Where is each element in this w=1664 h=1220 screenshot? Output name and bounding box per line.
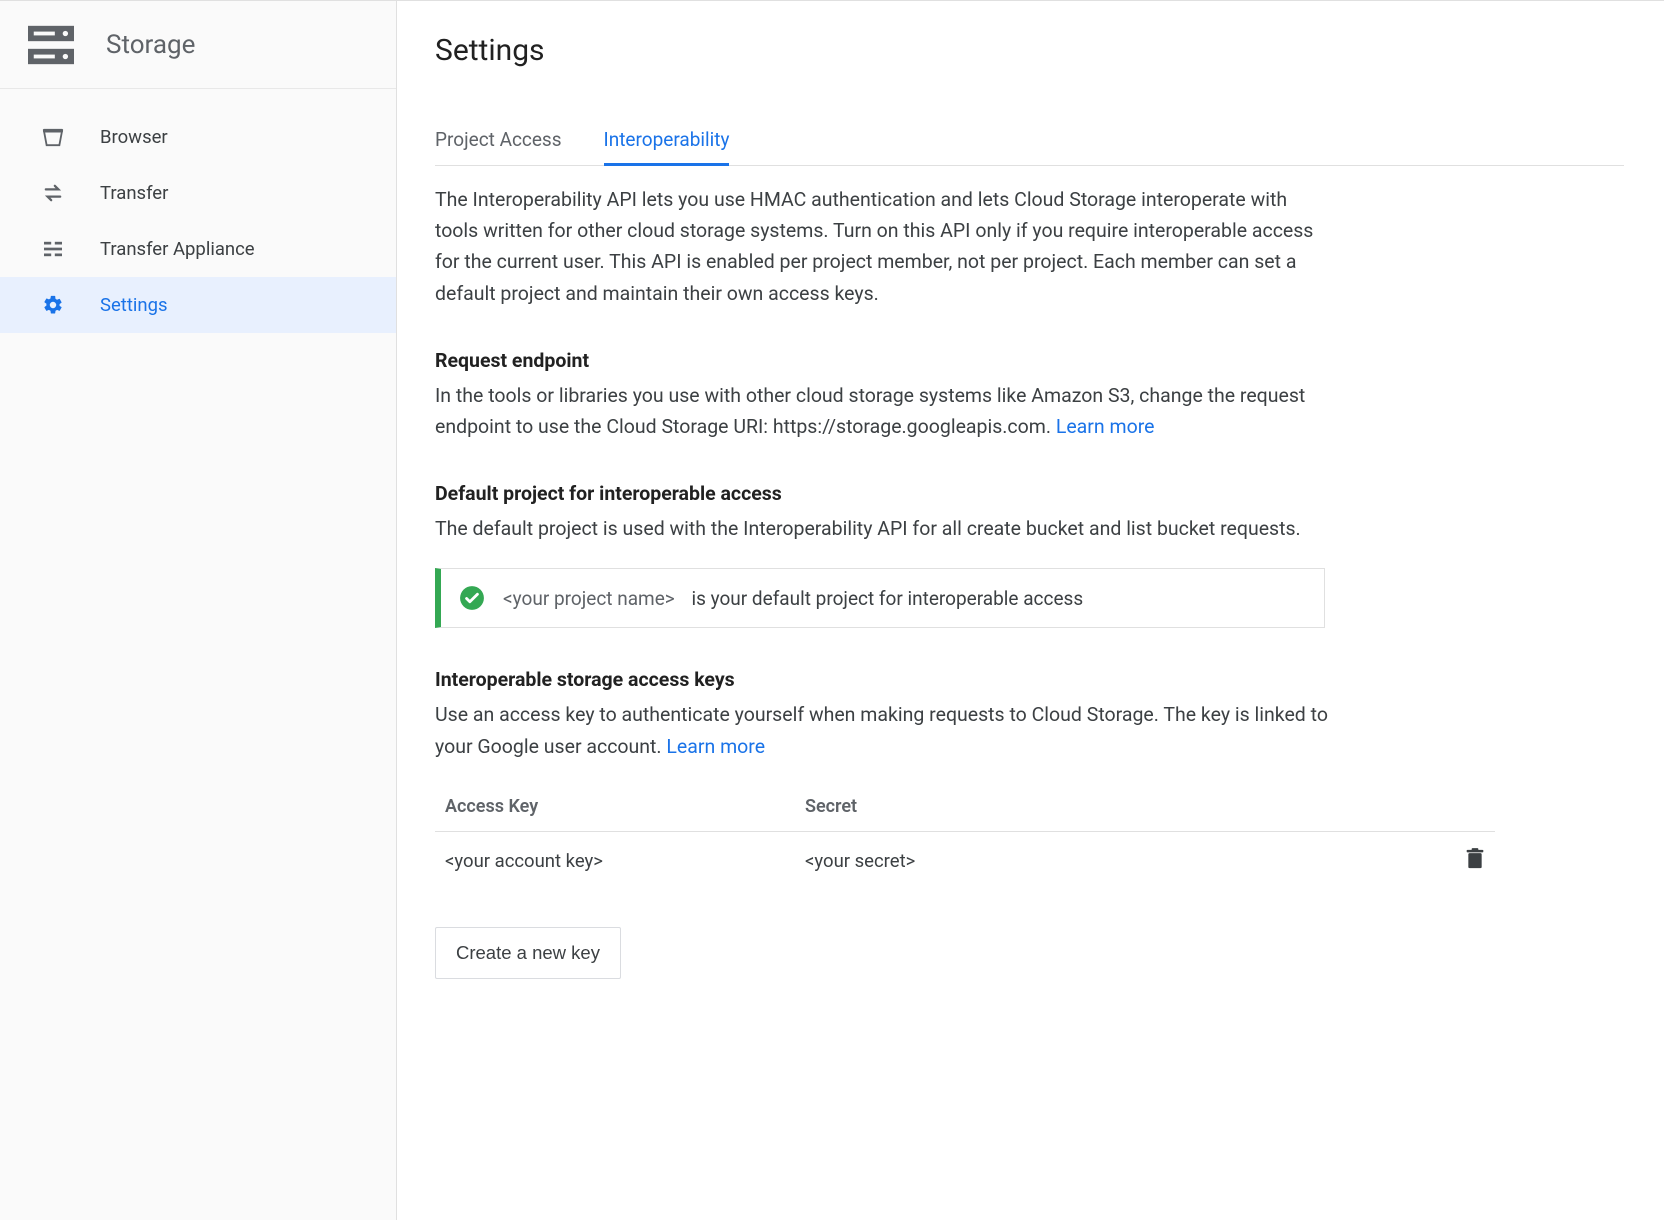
sidebar-item-label: Transfer: [100, 182, 168, 204]
sidebar-item-label: Settings: [100, 294, 168, 316]
tab-interoperability[interactable]: Interoperability: [604, 118, 730, 166]
sidebar-item-transfer[interactable]: Transfer: [0, 165, 396, 221]
sidebar-item-transfer-appliance[interactable]: Transfer Appliance: [0, 221, 396, 277]
main-content: Settings Project Access Interoperability…: [397, 1, 1664, 1220]
sidebar-item-settings[interactable]: Settings: [0, 277, 396, 333]
section-title: Request endpoint: [435, 349, 1624, 372]
notice-project-name: <your project name>: [503, 587, 675, 610]
page-title: Settings: [435, 33, 1624, 68]
notice-suffix: is your default project for interoperabl…: [691, 587, 1083, 610]
check-circle-icon: [459, 585, 485, 611]
notice-text: <your project name> is your default proj…: [503, 587, 1083, 610]
sidebar-item-browser[interactable]: Browser: [0, 109, 396, 165]
sidebar-item-label: Transfer Appliance: [100, 238, 255, 260]
create-key-button[interactable]: Create a new key: [435, 927, 621, 979]
transfer-icon: [42, 184, 64, 202]
learn-more-link-keys[interactable]: Learn more: [666, 735, 765, 758]
cell-secret: <your secret>: [805, 850, 1437, 872]
trash-icon: [1465, 848, 1485, 873]
section-title: Default project for interoperable access: [435, 482, 1624, 505]
section-body: In the tools or libraries you use with o…: [435, 380, 1335, 442]
appliance-icon: [42, 240, 64, 258]
sidebar-header: Storage: [0, 1, 396, 89]
delete-key-button[interactable]: [1465, 848, 1485, 873]
col-header-secret: Secret: [805, 796, 1437, 817]
access-keys-table: Access Key Secret <your account key> <yo…: [435, 782, 1495, 891]
table-header: Access Key Secret: [435, 782, 1495, 832]
section-body: The default project is used with the Int…: [435, 513, 1335, 544]
tab-project-access[interactable]: Project Access: [435, 118, 562, 166]
section-access-keys: Interoperable storage access keys Use an…: [435, 668, 1624, 978]
col-header-access-key: Access Key: [445, 796, 805, 817]
tabs: Project Access Interoperability: [435, 118, 1624, 166]
section-default-project: Default project for interoperable access…: [435, 482, 1624, 628]
endpoint-body-text: In the tools or libraries you use with o…: [435, 384, 1305, 438]
table-row: <your account key> <your secret>: [435, 832, 1495, 891]
sidebar-title: Storage: [106, 30, 195, 60]
sidebar-item-label: Browser: [100, 126, 168, 148]
cell-access-key: <your account key>: [445, 850, 805, 872]
learn-more-link-endpoint[interactable]: Learn more: [1056, 415, 1155, 438]
section-body: Use an access key to authenticate yourse…: [435, 699, 1335, 761]
storage-icon: [28, 25, 74, 65]
gear-icon: [42, 294, 64, 316]
sidebar-nav: Browser Transfer: [0, 89, 396, 333]
intro-text: The Interoperability API lets you use HM…: [435, 184, 1335, 309]
default-project-notice: <your project name> is your default proj…: [435, 568, 1325, 628]
access-keys-body-text: Use an access key to authenticate yourse…: [435, 703, 1328, 757]
sidebar: Storage Browser Trans: [0, 1, 397, 1220]
bucket-icon: [42, 127, 64, 147]
section-request-endpoint: Request endpoint In the tools or librari…: [435, 349, 1624, 442]
section-title: Interoperable storage access keys: [435, 668, 1624, 691]
